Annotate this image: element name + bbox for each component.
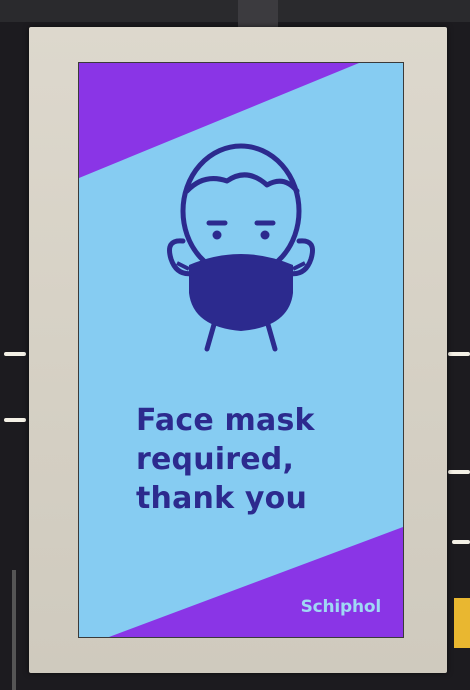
display-screen: Face mask required, thank you Schiphol (78, 62, 404, 638)
mask-shape (189, 254, 293, 331)
kiosk-mount (238, 0, 278, 30)
background-sign (454, 598, 470, 648)
headline-line-1: Face mask (136, 403, 315, 438)
headline-text: Face mask required, thank you (136, 401, 396, 518)
ceiling-light (4, 418, 26, 422)
background-pole (12, 570, 16, 690)
headline-line-2: required, (136, 442, 295, 477)
ceiling-light (448, 470, 470, 474)
ceiling-light (448, 352, 470, 356)
eye-right (260, 230, 270, 240)
eye-left (212, 230, 222, 240)
headline-line-3: thank you (136, 481, 308, 516)
brand-logo-text: Schiphol (300, 597, 382, 617)
poster-artwork (79, 63, 403, 637)
ceiling-light (4, 352, 26, 356)
bottom-purple-band (109, 527, 403, 637)
ceiling-light (452, 540, 470, 544)
ceiling-band (0, 0, 470, 22)
